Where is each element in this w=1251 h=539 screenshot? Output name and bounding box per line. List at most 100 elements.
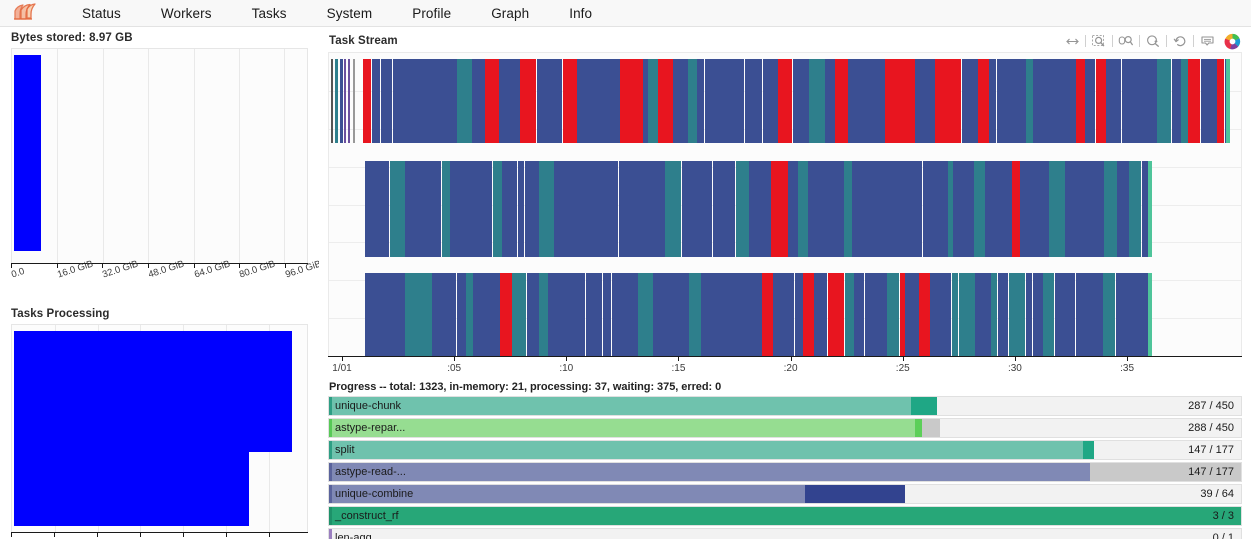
task-rect[interactable]: [374, 161, 389, 257]
task-rect[interactable]: [1020, 161, 1036, 257]
tasks-processing-chart[interactable]: [11, 324, 308, 532]
task-rect[interactable]: [908, 161, 922, 257]
task-rect[interactable]: [996, 59, 1011, 143]
task-rect[interactable]: [1226, 59, 1230, 143]
task-rect[interactable]: [353, 59, 355, 143]
task-rect[interactable]: [1033, 273, 1043, 356]
task-rect[interactable]: [827, 161, 839, 257]
task-rect[interactable]: [348, 59, 350, 143]
task-rect[interactable]: [576, 59, 584, 143]
task-rect[interactable]: [935, 59, 951, 143]
nav-item-graph[interactable]: Graph: [471, 0, 549, 27]
task-rect[interactable]: [1060, 273, 1075, 356]
task-rect[interactable]: [365, 161, 375, 257]
bytes-stored-bar[interactable]: [14, 55, 41, 251]
task-rect[interactable]: [563, 59, 577, 143]
task-rect[interactable]: [486, 161, 493, 257]
task-rect[interactable]: [365, 273, 378, 356]
task-rect[interactable]: [931, 161, 948, 257]
task-rect[interactable]: [1060, 59, 1076, 143]
task-rect[interactable]: [624, 161, 637, 257]
task-rect[interactable]: [953, 161, 962, 257]
task-rect[interactable]: [340, 59, 343, 143]
task-rect[interactable]: [1137, 273, 1148, 356]
task-rect[interactable]: [873, 59, 885, 143]
task-rect[interactable]: [565, 161, 575, 257]
tasks-processing-bar[interactable]: [14, 331, 292, 452]
progress-row[interactable]: len-agg 0 / 1: [328, 528, 1242, 539]
task-rect[interactable]: [771, 161, 788, 257]
progress-row[interactable]: _construct_rf 3 / 3: [328, 506, 1242, 526]
task-rect[interactable]: [682, 161, 691, 257]
task-stream-row[interactable]: [329, 161, 1241, 257]
task-rect[interactable]: [974, 161, 985, 257]
task-rect[interactable]: [432, 59, 441, 143]
task-rect[interactable]: [1131, 59, 1142, 143]
nav-item-workers[interactable]: Workers: [141, 0, 232, 27]
task-rect[interactable]: [547, 273, 565, 356]
task-rect[interactable]: [754, 161, 772, 257]
task-rect[interactable]: [564, 273, 580, 356]
task-rect[interactable]: [922, 161, 932, 257]
task-rect[interactable]: [1010, 59, 1026, 143]
progress-row[interactable]: astype-read-... 147 / 177: [328, 462, 1242, 482]
task-rect[interactable]: [586, 273, 593, 356]
task-rect[interactable]: [819, 161, 828, 257]
task-rect[interactable]: [1116, 273, 1129, 356]
task-rect[interactable]: [1148, 273, 1152, 356]
task-rect[interactable]: [975, 273, 991, 356]
wheel-zoom-icon[interactable]: [1142, 32, 1164, 50]
task-rect[interactable]: [466, 273, 474, 356]
task-rect[interactable]: [1116, 161, 1129, 257]
task-stream-chart[interactable]: [328, 52, 1242, 356]
task-rect[interactable]: [589, 161, 602, 257]
task-rect[interactable]: [1033, 59, 1048, 143]
task-rect[interactable]: [835, 59, 848, 143]
task-rect[interactable]: [905, 273, 920, 356]
task-rect[interactable]: [1096, 59, 1107, 143]
task-rect[interactable]: [1148, 161, 1152, 257]
task-rect[interactable]: [389, 161, 406, 257]
task-rect[interactable]: [471, 161, 481, 257]
task-rect[interactable]: [930, 273, 943, 356]
task-rect[interactable]: [763, 59, 778, 143]
task-rect[interactable]: [988, 59, 996, 143]
task-rect[interactable]: [1216, 59, 1225, 143]
task-rect[interactable]: [677, 273, 690, 356]
task-rect[interactable]: [844, 273, 854, 356]
task-rect[interactable]: [526, 273, 540, 356]
task-rect[interactable]: [843, 161, 853, 257]
task-rect[interactable]: [961, 161, 975, 257]
task-rect[interactable]: [485, 59, 499, 143]
task-rect[interactable]: [863, 161, 874, 257]
task-rect[interactable]: [636, 161, 644, 257]
task-rect[interactable]: [517, 161, 525, 257]
pan-icon[interactable]: [1061, 32, 1083, 50]
task-rect[interactable]: [864, 59, 874, 143]
task-rect[interactable]: [712, 161, 721, 257]
task-rect[interactable]: [371, 59, 381, 143]
task-rect[interactable]: [457, 59, 473, 143]
task-rect[interactable]: [1075, 273, 1088, 356]
task-rect[interactable]: [464, 161, 472, 257]
task-rect[interactable]: [1128, 273, 1138, 356]
task-rect[interactable]: [538, 161, 555, 257]
task-rect[interactable]: [620, 59, 630, 143]
task-rect[interactable]: [697, 59, 704, 143]
hover-icon[interactable]: [1196, 32, 1218, 50]
task-rect[interactable]: [886, 273, 899, 356]
task-rect[interactable]: [637, 273, 653, 356]
nav-item-tasks[interactable]: Tasks: [232, 0, 307, 27]
nav-item-profile[interactable]: Profile: [392, 0, 471, 27]
task-rect[interactable]: [1049, 161, 1065, 257]
task-rect[interactable]: [1009, 273, 1026, 356]
task-rect[interactable]: [648, 59, 658, 143]
task-rect[interactable]: [873, 161, 885, 257]
task-rect[interactable]: [511, 273, 526, 356]
task-rect[interactable]: [1079, 161, 1096, 257]
tasks-processing-bar[interactable]: [14, 451, 250, 526]
task-rect[interactable]: [629, 59, 643, 143]
task-rect[interactable]: [884, 59, 901, 143]
box-zoom-icon[interactable]: [1088, 32, 1110, 50]
task-rect[interactable]: [603, 59, 621, 143]
